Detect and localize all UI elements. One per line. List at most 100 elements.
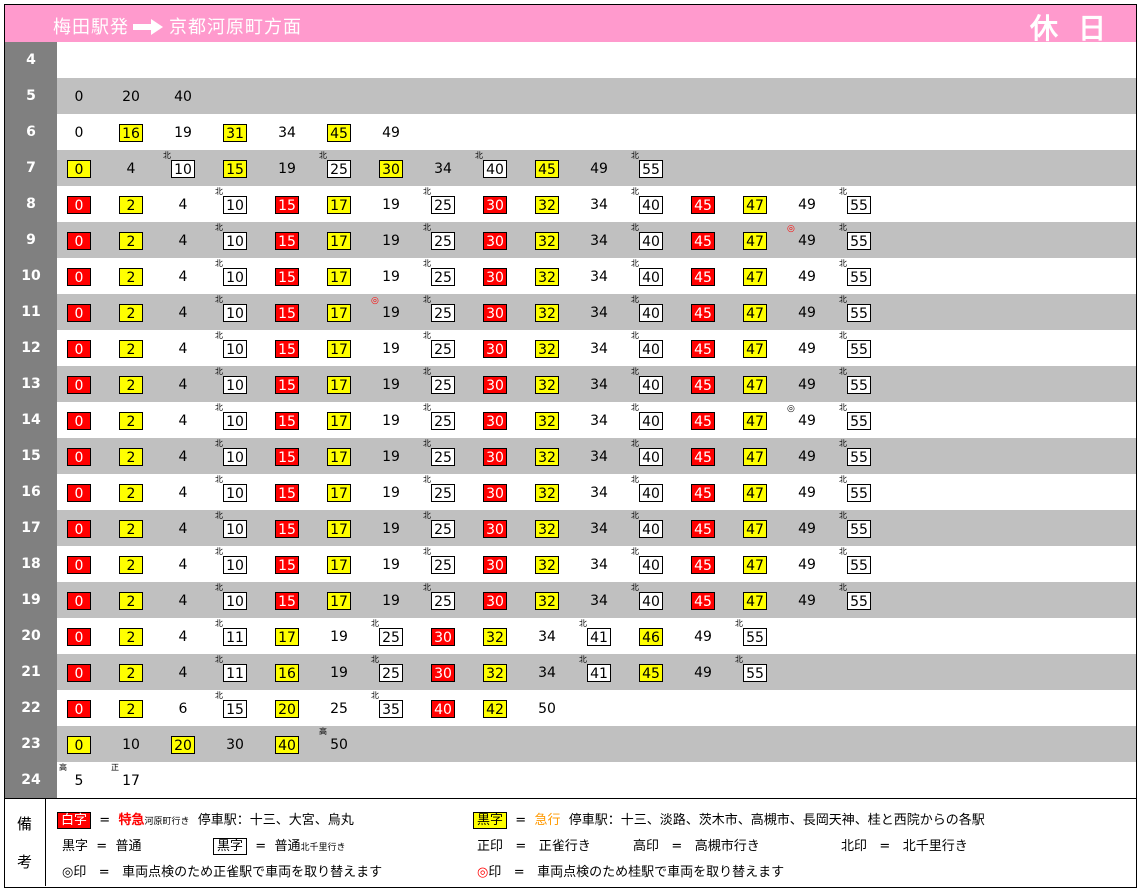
departure-minute: 10 xyxy=(223,268,247,286)
taka-text: 高槻市行き xyxy=(694,839,760,854)
destination-mark: 北 xyxy=(839,367,847,376)
departure-minute: 49 xyxy=(694,629,712,645)
note-shojaku: 正印 = 正雀行き xyxy=(477,835,591,854)
destination-mark: 北 xyxy=(423,583,431,592)
departure-minute: 49 xyxy=(798,305,816,321)
departure-minute: 32 xyxy=(535,484,559,502)
departure-minute: 2 xyxy=(119,196,143,214)
departure-minute: 25 xyxy=(431,340,455,358)
departure-minute: 4 xyxy=(178,197,188,213)
departure-minute: 15 xyxy=(275,520,299,538)
departure-minute: 0 xyxy=(67,160,91,178)
note-local: 黒字 = 普通 xyxy=(62,835,141,854)
departure-minute: 2 xyxy=(119,520,143,538)
departure-minute: 15 xyxy=(275,268,299,286)
departure-minute: 10 xyxy=(223,556,247,574)
destination-mark: 北 xyxy=(839,331,847,340)
destination-mark: 北 xyxy=(215,403,223,412)
departure-minute: 17 xyxy=(327,592,351,610)
departure-minute: 31 xyxy=(223,124,247,142)
ring-black-eq: = xyxy=(98,865,110,880)
hour-label: 22 xyxy=(5,690,57,726)
taka-label: 高印 xyxy=(633,839,660,854)
departure-minute: 45 xyxy=(691,304,715,322)
departure-minute: 32 xyxy=(535,556,559,574)
departure-minute: 49 xyxy=(798,269,816,285)
departure-minute: 30 xyxy=(483,592,507,610)
destination-mark: 北 xyxy=(215,223,223,232)
hour-label: 23 xyxy=(5,726,57,762)
destination-mark: 北 xyxy=(423,223,431,232)
departure-minute: 40 xyxy=(639,412,663,430)
departure-minute: 11 xyxy=(223,628,247,646)
ring-red-label: 印 xyxy=(488,865,502,880)
departure-minute: 15 xyxy=(275,232,299,250)
destination-mark: 北 xyxy=(735,655,743,664)
departure-minute: 40 xyxy=(275,736,299,754)
departure-minute: 30 xyxy=(483,448,507,466)
departure-minute: 45 xyxy=(691,196,715,214)
departure-minute: 55 xyxy=(847,412,871,430)
notes-side-char-2: 考 xyxy=(17,853,33,871)
departure-minute: 45 xyxy=(691,556,715,574)
destination-mark: 北 xyxy=(631,151,639,160)
timetable-row: 19 0 2 4 北 10 15 17 19 北 25 30 32 34 北 40 45 47 49 北 55 xyxy=(5,582,1136,618)
departure-minute: 0 xyxy=(67,736,91,754)
destination-mark: 北 xyxy=(215,619,223,628)
departure-minute: 15 xyxy=(275,304,299,322)
departure-minute: 47 xyxy=(743,556,767,574)
local-label: 黒字 xyxy=(62,839,89,854)
departure-minute: 2 xyxy=(119,484,143,502)
departure-minute: 55 xyxy=(743,628,767,646)
departure-minute: 45 xyxy=(691,232,715,250)
departure-minute: 4 xyxy=(178,377,188,393)
departure-minute: 40 xyxy=(639,592,663,610)
departure-minute: 2 xyxy=(119,628,143,646)
departure-minute: 55 xyxy=(847,520,871,538)
timetable-row: 10 0 2 4 北 10 15 17 19 北 25 30 32 34 北 40 45 47 49 北 55 xyxy=(5,258,1136,294)
departure-minute: 55 xyxy=(847,556,871,574)
hour-label: 19 xyxy=(5,582,57,618)
hour-label: 14 xyxy=(5,402,57,438)
departure-minute: 17 xyxy=(327,268,351,286)
kita-eq: = xyxy=(879,839,891,854)
departure-minute: 32 xyxy=(535,376,559,394)
destination-mark: 北 xyxy=(163,151,171,160)
departure-minute: 34 xyxy=(590,593,608,609)
hour-label: 12 xyxy=(5,330,57,366)
destination-mark: 北 xyxy=(423,331,431,340)
departure-minute: 4 xyxy=(178,269,188,285)
exp-stops: 停車駅：十三、淡路、茨木市、高槻市、長岡天神、桂と西院からの各駅 xyxy=(568,813,985,828)
destination-mark: 北 xyxy=(579,619,587,628)
timetable-row: 15 0 2 4 北 10 15 17 19 北 25 30 32 34 北 40 45 47 49 北 55 xyxy=(5,438,1136,474)
timetable-row: 24 高 5 正 17 xyxy=(5,762,1136,798)
departure-minute: 20 xyxy=(275,700,299,718)
departure-minute: 15 xyxy=(275,376,299,394)
departure-minute: 17 xyxy=(327,376,351,394)
destination-mark: 北 xyxy=(215,475,223,484)
hour-label: 10 xyxy=(5,258,57,294)
departure-minute: 40 xyxy=(639,196,663,214)
departure-minute: 40 xyxy=(431,700,455,718)
departure-minute: 32 xyxy=(535,412,559,430)
departure-minute: 0 xyxy=(67,412,91,430)
departure-minute: 32 xyxy=(535,340,559,358)
hour-label: 6 xyxy=(5,114,57,150)
destination-mark: 北 xyxy=(423,403,431,412)
departure-minute: 17 xyxy=(327,196,351,214)
departure-minute: 5 xyxy=(74,773,84,789)
destination-mark: 北 xyxy=(423,259,431,268)
departure-minute: 19 xyxy=(278,161,296,177)
hour-label: 7 xyxy=(5,150,57,186)
departure-minute: 0 xyxy=(67,376,91,394)
destination-mark: 北 xyxy=(839,403,847,412)
destination-mark: 北 xyxy=(215,367,223,376)
departure-minute: 40 xyxy=(639,304,663,322)
departure-minute: 47 xyxy=(743,592,767,610)
departure-minute: 41 xyxy=(587,664,611,682)
departure-minute: 25 xyxy=(431,448,455,466)
departure-minute: 49 xyxy=(798,485,816,501)
departure-minute: 19 xyxy=(174,125,192,141)
departure-minute: 15 xyxy=(275,556,299,574)
destination-mark: 北 xyxy=(839,259,847,268)
